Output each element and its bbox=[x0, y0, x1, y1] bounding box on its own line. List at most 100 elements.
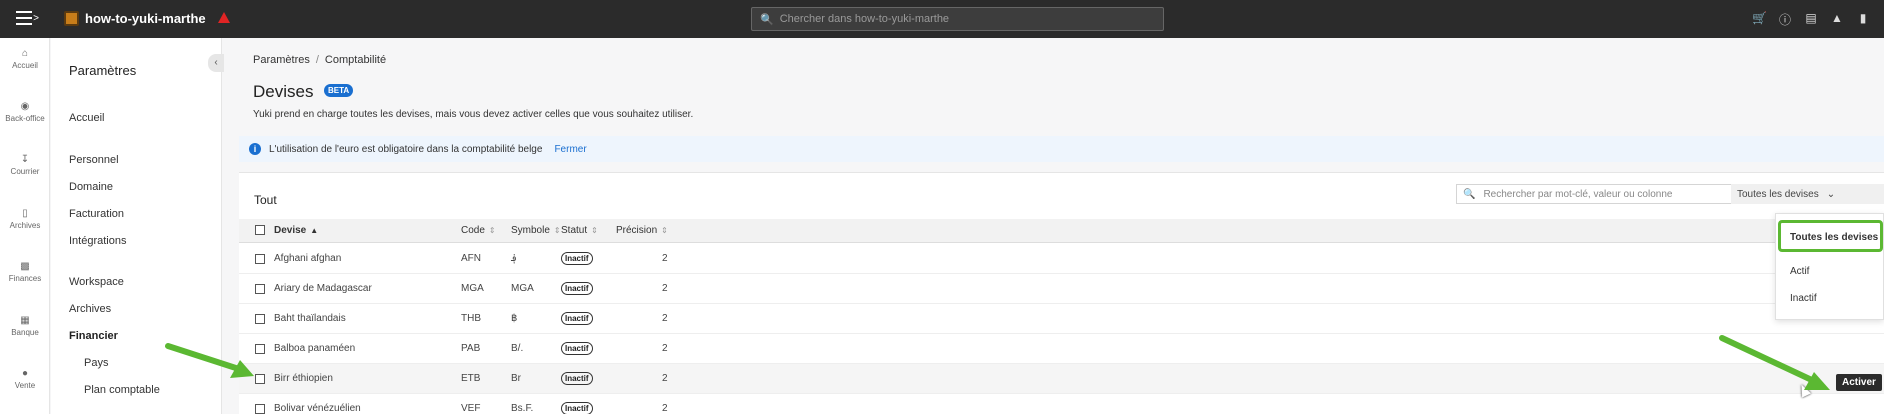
cell-symbole: Bs.F. bbox=[511, 403, 534, 414]
search-icon: 🔍 bbox=[1463, 188, 1476, 200]
main-content: Paramètres / Comptabilité Devises BETA Yuk… bbox=[223, 38, 1884, 414]
bookmark-icon[interactable]: ▮ bbox=[1856, 11, 1870, 28]
top-bar: > how-to-yuki-marthe 🔍 🛒 ⓘ ▤ ▲ ▮ bbox=[0, 0, 1884, 38]
table-row[interactable]: Birr éthiopien ETB Br Inactif 2 bbox=[239, 364, 1884, 394]
table-search[interactable]: 🔍 bbox=[1456, 184, 1771, 204]
column-statut[interactable]: Statut ⇕ bbox=[561, 225, 598, 236]
info-icon[interactable]: ⓘ bbox=[1778, 11, 1792, 28]
status-badge: Inactif bbox=[561, 402, 593, 414]
sort-icon: ⇕ bbox=[661, 226, 668, 235]
row-checkbox[interactable] bbox=[255, 254, 265, 264]
sidebar-item-financier[interactable]: Financier bbox=[69, 330, 118, 342]
cell-precision: 2 bbox=[662, 253, 668, 264]
info-circle-icon: i bbox=[249, 143, 261, 155]
bank-icon: ▦ bbox=[20, 315, 30, 326]
sidebar-item-workspace[interactable]: Workspace bbox=[69, 276, 124, 288]
sidebar-item-facturation[interactable]: Facturation bbox=[69, 208, 124, 220]
sidebar-item-archives[interactable]: Archives bbox=[69, 303, 111, 315]
filter-value: Toutes les devises bbox=[1737, 188, 1819, 200]
status-badge: Inactif bbox=[561, 282, 593, 295]
cell-symbole: ؋ bbox=[511, 253, 517, 264]
collapse-sidebar-icon[interactable]: ‹ bbox=[208, 54, 224, 72]
gift-icon[interactable]: ▤ bbox=[1804, 11, 1818, 28]
row-checkbox[interactable] bbox=[255, 284, 265, 294]
dropdown-option-inactif[interactable]: Inactif bbox=[1790, 293, 1817, 304]
sort-up-icon: ▲ bbox=[310, 226, 319, 235]
chevron-down-icon: ⌄ bbox=[1826, 188, 1836, 200]
sidebar-title: Paramètres bbox=[69, 63, 137, 78]
table-row[interactable]: Afghani afghan AFN ؋ Inactif 2 bbox=[239, 244, 1884, 274]
sidebar-item-accueil[interactable]: Accueil bbox=[69, 112, 104, 124]
cell-symbole: ฿ bbox=[511, 313, 518, 324]
app-logo bbox=[64, 11, 79, 26]
cell-code: PAB bbox=[461, 343, 481, 354]
sort-icon: ⇕ bbox=[488, 226, 496, 235]
rail-item-accueil[interactable]: ⌂ Accueil bbox=[0, 48, 50, 70]
cell-precision: 2 bbox=[662, 373, 668, 384]
table-row[interactable]: Balboa panaméen PAB B/. Inactif 2 bbox=[239, 334, 1884, 364]
back-office-icon: ◉ bbox=[20, 101, 30, 112]
cart-icon[interactable]: 🛒 bbox=[1752, 11, 1767, 28]
dropdown-option-actif[interactable]: Actif bbox=[1790, 266, 1809, 277]
rail-item-banque[interactable]: ▦ Banque bbox=[0, 315, 50, 337]
archive-icon: ▯ bbox=[22, 208, 28, 219]
search-icon: 🔍 bbox=[760, 13, 774, 26]
home-icon: ⌂ bbox=[21, 48, 29, 59]
nav-rail: ⌂ Accueil ◉ Back-office ↧ Courrier ▯ Arc… bbox=[0, 38, 50, 414]
cell-symbole: Br bbox=[511, 373, 521, 384]
column-code[interactable]: Code ⇕ bbox=[461, 225, 496, 236]
app-name[interactable]: how-to-yuki-marthe bbox=[85, 11, 206, 26]
column-symbole[interactable]: Symbole ⇕ bbox=[511, 225, 561, 236]
table-row[interactable]: Ariary de Madagascar MGA MGA Inactif 2 bbox=[239, 274, 1884, 304]
panel-title: Tout bbox=[254, 193, 277, 207]
sidebar-item-personnel[interactable]: Personnel bbox=[69, 154, 119, 166]
breadcrumb: Paramètres / Comptabilité bbox=[253, 54, 386, 66]
table-row[interactable]: Baht thaïlandais THB ฿ Inactif 2 bbox=[239, 304, 1884, 334]
rail-item-back-office[interactable]: ◉ Back-office bbox=[0, 101, 50, 123]
sale-icon: ● bbox=[21, 368, 29, 379]
column-devise[interactable]: Devise ▲ bbox=[274, 225, 318, 236]
rail-item-archives[interactable]: ▯ Archives bbox=[0, 208, 50, 230]
sidebar-item-pays[interactable]: Pays bbox=[84, 357, 108, 369]
sidebar-item-integrations[interactable]: Intégrations bbox=[69, 235, 126, 247]
table-search-input[interactable] bbox=[1483, 188, 1764, 200]
info-close-link[interactable]: Fermer bbox=[554, 144, 586, 155]
status-filter-select[interactable]: Toutes les devises ⌄ bbox=[1731, 184, 1884, 204]
breadcrumb-parametres[interactable]: Paramètres bbox=[253, 54, 310, 66]
select-all-checkbox[interactable] bbox=[255, 225, 265, 235]
chart-icon: ▩ bbox=[20, 261, 30, 272]
breadcrumb-comptabilite[interactable]: Comptabilité bbox=[325, 54, 386, 66]
sidebar-item-plan-comptable[interactable]: Plan comptable bbox=[84, 384, 160, 396]
rail-item-vente[interactable]: ● Vente bbox=[0, 368, 50, 390]
cell-precision: 2 bbox=[662, 403, 668, 414]
cell-devise: Balboa panaméen bbox=[274, 343, 356, 354]
global-search[interactable]: 🔍 bbox=[751, 7, 1164, 31]
currency-table-panel: Tout 🔍 Toutes les devises ⌄ Devise▲ Code… bbox=[239, 172, 1884, 414]
megaphone-icon[interactable]: ▲ bbox=[1830, 11, 1844, 28]
cell-precision: 2 bbox=[662, 313, 668, 324]
row-checkbox[interactable] bbox=[255, 404, 265, 414]
cell-code: VEF bbox=[461, 403, 481, 414]
table-header: Devise ▲ Code ⇕ Symbole ⇕ Statut ⇕ Précision… bbox=[239, 219, 1884, 243]
column-precision[interactable]: Précision ⇕ bbox=[616, 225, 668, 236]
status-badge: Inactif bbox=[561, 342, 593, 355]
sidebar-item-domaine[interactable]: Domaine bbox=[69, 181, 113, 193]
dropdown-option-toutes[interactable]: Toutes les devises bbox=[1778, 220, 1883, 252]
annotation-arrow-icon bbox=[165, 343, 254, 378]
rail-item-finances[interactable]: ▩ Finances bbox=[0, 261, 50, 283]
rail-item-courrier[interactable]: ↧ Courrier bbox=[0, 154, 50, 176]
warning-icon[interactable] bbox=[218, 12, 230, 23]
cell-precision: 2 bbox=[662, 343, 668, 354]
table-row[interactable]: Bolivar vénézuélien VEF Bs.F. Inactif 2 bbox=[239, 394, 1884, 414]
cell-code: AFN bbox=[461, 253, 481, 264]
cell-code: ETB bbox=[461, 373, 481, 384]
status-badge: Inactif bbox=[561, 312, 593, 325]
menu-icon[interactable]: > bbox=[16, 11, 39, 27]
global-search-input[interactable] bbox=[779, 13, 1150, 25]
activate-button[interactable]: Activer bbox=[1836, 374, 1882, 391]
row-checkbox[interactable] bbox=[255, 314, 265, 324]
status-filter-dropdown: Toutes les devises Actif Inactif bbox=[1775, 213, 1884, 320]
cell-devise: Birr éthiopien bbox=[274, 373, 333, 384]
sort-icon: ⇕ bbox=[591, 226, 598, 235]
annotation-arrow-icon bbox=[1719, 335, 1830, 390]
